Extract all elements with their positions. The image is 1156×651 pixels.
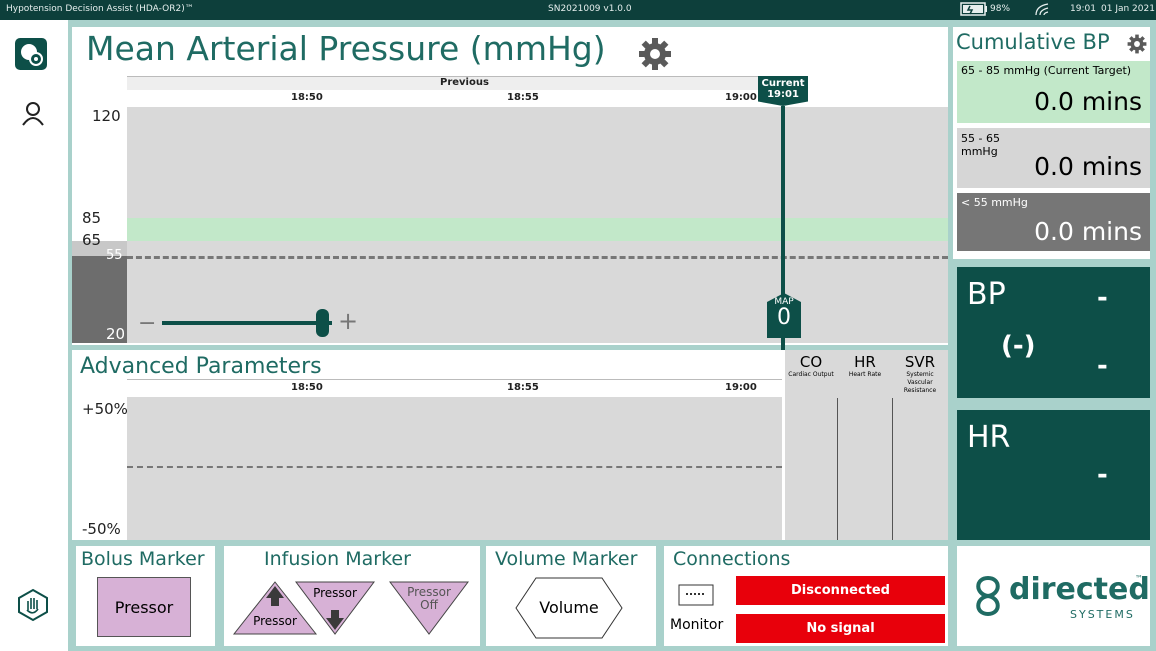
zoom-slider-thumb[interactable] [315, 309, 329, 337]
advanced-plot-area [127, 397, 782, 540]
logo-sub: SYSTEMS [1070, 608, 1135, 621]
adv-tick-2: 18:55 [507, 382, 539, 393]
connection-status-no-signal: No signal [736, 614, 945, 643]
map-value: 0 [777, 305, 791, 330]
connection-status-disconnected: Disconnected [736, 576, 945, 605]
logo-tm: ™ [1135, 574, 1143, 583]
row-low-label: < 55 mmHg [961, 196, 1028, 209]
cumulative-settings-gear-icon[interactable] [1127, 34, 1147, 58]
adv-tick-3: 19:00 [725, 382, 757, 393]
row-low-value: 0.0 mins [1034, 217, 1142, 246]
y-label-85: 85 [82, 209, 102, 227]
app-title: Hypotension Decision Assist (HDA-OR2)™ [6, 4, 194, 14]
monitor-label: Monitor [670, 617, 724, 633]
cumulative-title: Cumulative BP [956, 30, 1110, 54]
bolus-title: Bolus Marker [81, 548, 205, 570]
advanced-params-card: Advanced Parameters 18:50 18:55 19:00 +5… [72, 350, 948, 540]
current-label: Current [761, 78, 805, 89]
param-hr: HR Heart Rate [848, 353, 882, 378]
left-nav [0, 20, 68, 651]
serial-number: SN2021009 v1.0.0 [548, 4, 632, 14]
hr-card: HR - [957, 410, 1150, 540]
advanced-title: Advanced Parameters [80, 354, 322, 379]
infusion-marker-card: Infusion Marker Pressor Pressor Pressor … [224, 546, 480, 646]
map-chart-card: Mean Arterial Pressure (mmHg) Previous 1… [72, 27, 948, 345]
threshold-line [127, 256, 948, 259]
advanced-time-axis: 18:50 18:55 19:00 [127, 379, 782, 398]
company-logo: directed ™ SYSTEMS [957, 546, 1150, 646]
map-tick-3: 19:00 [725, 92, 757, 103]
adv-y-top: +50% [82, 400, 128, 418]
volume-button[interactable]: Volume [514, 576, 624, 640]
bp-paren: (-) [1001, 331, 1036, 361]
clock-time: 19:01 [1070, 4, 1096, 14]
advanced-baseline [127, 466, 782, 468]
y-label-20: 20 [106, 325, 126, 343]
infusion-pressor-off-button[interactable]: Pressor Off [388, 580, 470, 636]
row-target-label: 65 - 85 mmHg (Current Target) [961, 64, 1132, 77]
battery-level: 98% [990, 4, 1011, 14]
pressure-settings-icon[interactable] [15, 38, 47, 70]
volume-label: Volume [539, 598, 599, 617]
connections-card: Connections Monitor Disconnected No sign… [664, 546, 948, 646]
row-mid-value: 0.0 mins [1034, 152, 1142, 181]
adv-tick-1: 18:50 [291, 382, 323, 393]
param-svr: SVR Systemic Vascular Resistance [903, 353, 937, 394]
map-value-badge: MAP 0 [767, 293, 801, 338]
cumulative-row-target: 65 - 85 mmHg (Current Target) 0.0 mins [957, 61, 1150, 123]
previous-label: Previous [440, 77, 489, 88]
map-settings-gear-icon[interactable] [638, 37, 672, 75]
infusion-off-label-2: Off [420, 598, 438, 612]
zoom-slider-track[interactable] [162, 321, 332, 325]
infusion-title: Infusion Marker [264, 548, 411, 570]
cumulative-row-low: < 55 mmHg 0.0 mins [957, 193, 1150, 251]
logo-mark-icon [971, 574, 1005, 622]
infusion-pressor-down-button[interactable]: Pressor [294, 580, 376, 636]
volume-title: Volume Marker [495, 548, 638, 570]
cumulative-row-mid: 55 - 65 mmHg 0.0 mins [957, 128, 1150, 188]
bp-card: BP - (-) - [957, 267, 1150, 398]
y-label-65: 65 [82, 231, 102, 249]
param-co: CO Cardiac Output [788, 353, 834, 378]
y-label-55: 55 [106, 248, 123, 263]
volume-marker-card: Volume Marker Volume [486, 546, 656, 646]
bp-title: BP [967, 277, 1006, 312]
infusion-down-label: Pressor [313, 586, 357, 600]
hr-title: HR [967, 420, 1011, 455]
adv-y-bottom: -50% [82, 520, 121, 538]
current-time-badge: Current 19:01 [758, 76, 808, 106]
cumulative-bp-card: Cumulative BP 65 - 85 mmHg (Current Targ… [953, 27, 1150, 259]
map-time-axis: Previous 18:50 18:55 19:00 [127, 76, 782, 107]
hand-icon[interactable] [16, 588, 50, 626]
status-bar: Hypotension Decision Assist (HDA-OR2)™ S… [0, 0, 1156, 20]
bolus-marker-card: Bolus Marker Pressor [76, 546, 215, 646]
wifi-icon [1034, 2, 1052, 19]
row-target-value: 0.0 mins [1034, 87, 1142, 116]
slider-minus-button[interactable]: − [138, 311, 156, 336]
current-time: 19:01 [767, 89, 799, 100]
slider-plus-button[interactable]: + [338, 307, 358, 335]
target-band [127, 218, 948, 241]
clock-date: 01 Jan 2021 [1101, 4, 1155, 14]
y-label-120: 120 [92, 107, 121, 125]
row-mid-label: 55 - 65 mmHg [961, 132, 1000, 158]
monitor-icon [678, 584, 714, 610]
connections-title: Connections [673, 548, 791, 570]
bp-value-bottom: - [1097, 351, 1108, 381]
logo-word: directed [1009, 572, 1150, 607]
hr-value: - [1097, 460, 1108, 490]
map-chart-title: Mean Arterial Pressure (mmHg) [86, 29, 606, 68]
battery-icon [960, 2, 988, 19]
user-icon[interactable] [20, 100, 46, 130]
map-tick-1: 18:50 [291, 92, 323, 103]
map-tick-2: 18:55 [507, 92, 539, 103]
bolus-pressor-button[interactable]: Pressor [97, 577, 191, 637]
bp-value-top: - [1097, 283, 1108, 313]
